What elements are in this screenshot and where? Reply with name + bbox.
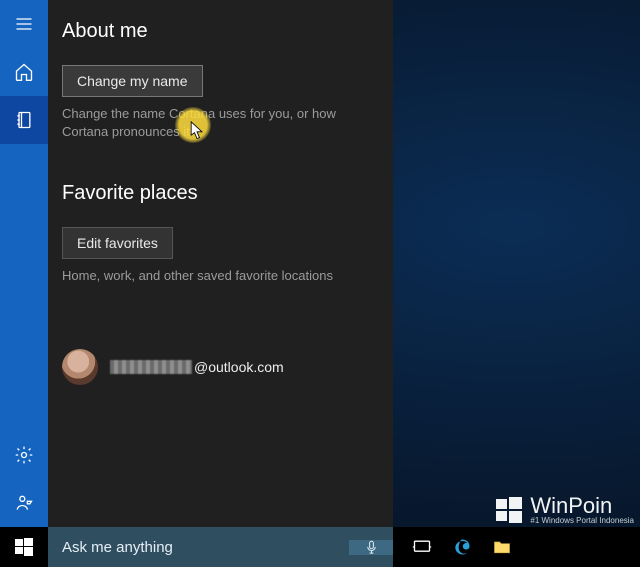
windows-logo-icon	[494, 495, 524, 525]
change-name-button[interactable]: Change my name	[62, 65, 203, 97]
about-me-section: About me Change my name Change the name …	[48, 0, 393, 148]
taskbar-pinned-apps	[393, 527, 513, 567]
notebook-icon[interactable]	[0, 96, 48, 144]
account-row[interactable]: @outlook.com	[48, 331, 393, 403]
email-suffix: @outlook.com	[194, 359, 284, 375]
feedback-icon[interactable]	[0, 479, 48, 527]
search-placeholder: Ask me anything	[62, 539, 341, 556]
cortana-rail	[0, 0, 48, 527]
start-button[interactable]	[0, 527, 48, 567]
hamburger-menu-icon[interactable]	[0, 0, 48, 48]
watermark: WinPoin #1 Windows Portal Indonesia	[494, 495, 634, 525]
user-avatar	[62, 349, 98, 385]
taskbar: Ask me anything	[0, 527, 640, 567]
edit-favorites-button[interactable]: Edit favorites	[62, 227, 173, 259]
file-explorer-icon[interactable]	[491, 536, 513, 558]
cortana-search-box[interactable]: Ask me anything	[48, 527, 393, 567]
email-redacted-part	[110, 360, 192, 374]
home-icon[interactable]	[0, 48, 48, 96]
about-me-description: Change the name Cortana uses for you, or…	[62, 105, 379, 140]
favorite-places-heading: Favorite places	[62, 182, 379, 205]
account-email: @outlook.com	[110, 359, 284, 375]
edge-browser-icon[interactable]	[451, 536, 473, 558]
watermark-brand: WinPoin	[530, 495, 634, 517]
microphone-button[interactable]	[349, 540, 393, 555]
task-view-icon[interactable]	[411, 536, 433, 558]
watermark-tagline: #1 Windows Portal Indonesia	[530, 517, 634, 525]
about-me-heading: About me	[62, 20, 379, 43]
cortana-notebook-panel: About me Change my name Change the name …	[48, 0, 393, 527]
favorite-places-section: Favorite places Edit favorites Home, wor…	[48, 148, 393, 293]
favorite-places-description: Home, work, and other saved favorite loc…	[62, 267, 379, 285]
settings-gear-icon[interactable]	[0, 431, 48, 479]
windows-start-icon	[15, 538, 33, 556]
